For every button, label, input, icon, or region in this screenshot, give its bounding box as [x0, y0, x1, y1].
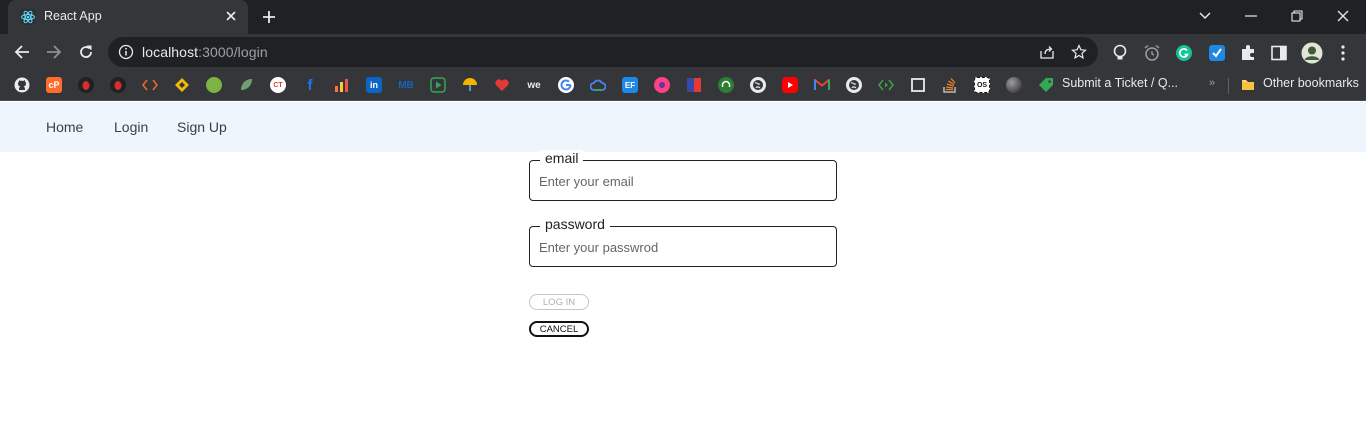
code-play-icon[interactable]	[878, 77, 894, 93]
other-bookmarks[interactable]: Other bookmarks	[1263, 76, 1359, 90]
chart-icon[interactable]	[334, 77, 350, 93]
share-icon[interactable]	[1038, 43, 1056, 61]
email-fieldset: email	[529, 150, 837, 201]
bookmark-submit-ticket[interactable]: Submit a Ticket / Q...	[1062, 76, 1178, 90]
site-info-icon[interactable]	[118, 44, 134, 60]
grammarly-icon[interactable]	[1174, 43, 1194, 63]
google-icon[interactable]	[558, 77, 574, 93]
nav-link-login[interactable]: Login	[114, 119, 148, 135]
side-panel-icon[interactable]	[1269, 43, 1289, 63]
leaf-icon[interactable]	[238, 77, 254, 93]
cancel-button[interactable]: CANCEL	[529, 321, 589, 337]
password-fieldset: password	[529, 216, 837, 267]
cloud-icon[interactable]	[590, 77, 606, 93]
tab-strip: React App	[0, 0, 1366, 34]
ct-icon[interactable]: CT	[270, 77, 286, 93]
restore-icon[interactable]	[1285, 4, 1309, 28]
square-icon[interactable]	[910, 77, 926, 93]
headset-icon[interactable]	[718, 77, 734, 93]
reload-icon[interactable]	[74, 40, 98, 64]
tab-title: React App	[44, 9, 102, 23]
profile-avatar-icon[interactable]	[1301, 42, 1323, 64]
extensions-puzzle-icon[interactable]	[1238, 43, 1258, 63]
lightbulb-extension-icon[interactable]	[1110, 43, 1130, 63]
address-bar[interactable]: localhost:3000/login	[108, 37, 1098, 67]
browser-menu-icon[interactable]	[1333, 43, 1353, 63]
save-extension-icon[interactable]	[1207, 43, 1227, 63]
bookmarks-overflow-chevron-icon[interactable]: »	[1209, 77, 1215, 89]
facebook-icon[interactable]: f	[302, 77, 318, 94]
email-input[interactable]	[539, 174, 827, 189]
new-tab-icon[interactable]	[258, 6, 280, 28]
heart-tag-icon[interactable]	[494, 77, 510, 93]
sphere-icon[interactable]	[1006, 77, 1022, 93]
github-icon[interactable]	[14, 77, 30, 93]
bug-icon-red[interactable]	[78, 77, 94, 93]
bug-icon-red-2[interactable]	[110, 77, 126, 93]
folder-icon	[1240, 77, 1256, 93]
email-label: email	[540, 150, 584, 166]
bookmarks-bar: cP CT f in MB we EF OS Submit a Ticket /…	[0, 70, 1366, 101]
firefox-icon[interactable]	[654, 77, 670, 93]
green-circle-icon[interactable]	[206, 77, 222, 93]
nav-link-home[interactable]: Home	[46, 119, 83, 135]
alarm-extension-icon[interactable]	[1142, 43, 1162, 63]
stackoverflow-icon[interactable]	[942, 77, 958, 93]
ticket-icon[interactable]	[1038, 77, 1054, 93]
we-icon[interactable]: we	[526, 77, 542, 93]
browser-tab[interactable]: React App	[8, 0, 248, 34]
flag-icon[interactable]	[686, 77, 702, 93]
globe-icon[interactable]	[750, 77, 766, 93]
youtube-icon[interactable]	[782, 77, 798, 93]
umbrella-icon[interactable]	[462, 77, 478, 93]
gmail-icon[interactable]	[814, 77, 830, 93]
code-brackets-icon[interactable]	[142, 77, 158, 93]
bookmarks-divider	[1228, 78, 1229, 94]
back-arrow-icon[interactable]	[10, 40, 34, 64]
close-tab-icon[interactable]	[222, 7, 240, 25]
password-input[interactable]	[539, 240, 827, 255]
os-icon[interactable]: OS	[974, 77, 990, 93]
react-logo-icon	[20, 9, 36, 25]
bookmark-star-icon[interactable]	[1070, 43, 1088, 61]
globe-icon-2[interactable]	[846, 77, 862, 93]
binance-icon[interactable]	[174, 77, 190, 93]
linkedin-icon[interactable]: in	[366, 77, 382, 93]
ef-icon[interactable]: EF	[622, 77, 638, 93]
cpanel-icon[interactable]: cP	[46, 77, 62, 93]
nav-link-signup[interactable]: Sign Up	[177, 119, 227, 135]
play-square-icon[interactable]	[430, 77, 446, 93]
tab-search-chevron-icon[interactable]	[1193, 4, 1217, 28]
app-navbar: Home Login Sign Up	[0, 102, 1366, 152]
password-label: password	[540, 216, 610, 232]
forward-arrow-icon[interactable]	[42, 40, 66, 64]
login-button[interactable]: LOG IN	[529, 294, 589, 310]
url-text[interactable]: localhost:3000/login	[142, 44, 268, 60]
mb-icon[interactable]: MB	[398, 77, 414, 93]
minimize-icon[interactable]	[1239, 4, 1263, 28]
close-window-icon[interactable]	[1331, 4, 1355, 28]
